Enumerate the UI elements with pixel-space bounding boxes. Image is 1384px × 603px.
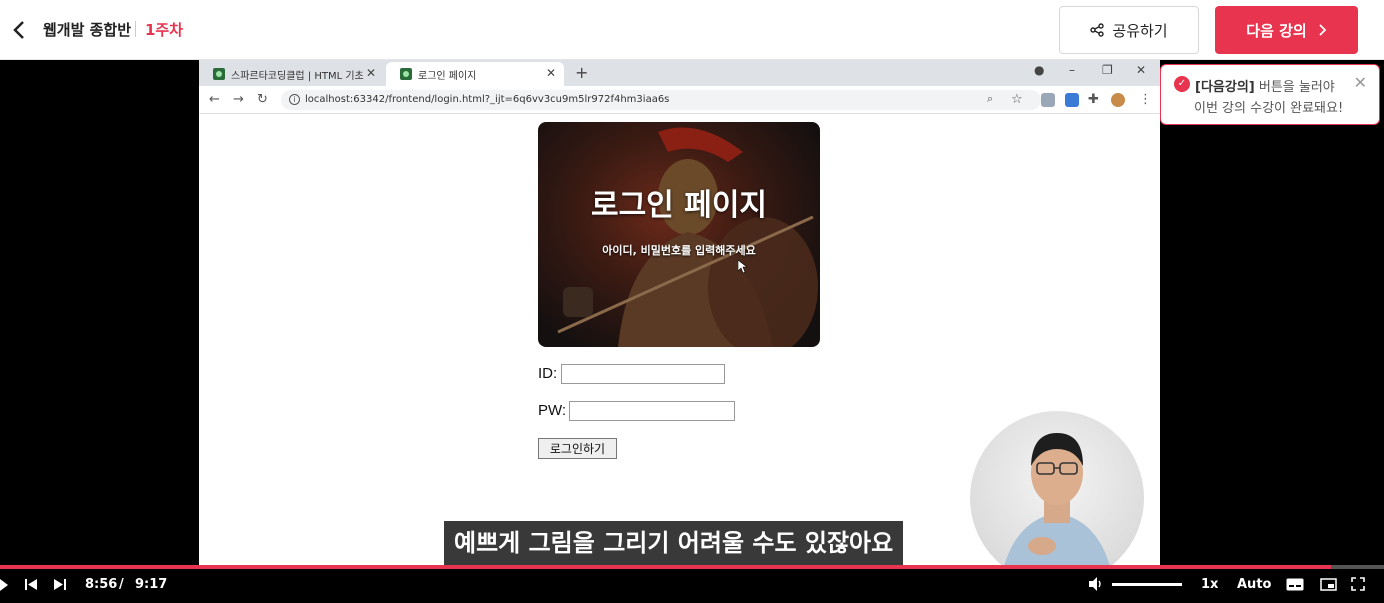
skip-back-icon[interactable] [24,578,38,591]
playback-speed[interactable]: 1x [1201,577,1218,592]
tab-title: 스파르타코딩클럽 | HTML 기초 [231,70,364,82]
course-title: 웹개발 종합반 [43,21,132,39]
close-icon[interactable]: ✕ [1354,73,1367,92]
nav-back-icon: ← [209,92,220,107]
video-caption: 예쁘게 그림을 그리기 어려울 수도 있잖아요 [444,521,904,565]
profile-avatar-icon [1111,93,1125,107]
site-info-icon: i [289,94,300,105]
share-button[interactable]: 공유하기 [1059,6,1199,54]
id-label: ID: [538,365,558,382]
next-lecture-tooltip: ✓ [다음강의] 버튼을 눌러야 이번 강의 수강이 완료돼요! ✕ [1160,64,1380,125]
week-label: 1주차 [145,21,184,39]
skip-forward-icon[interactable] [53,578,67,591]
minimize-icon: – [1069,63,1075,77]
volume-slider[interactable] [1112,583,1182,586]
volume-icon[interactable] [1088,576,1104,592]
check-circle-icon: ✓ [1174,76,1190,92]
mouse-cursor-icon [738,260,748,274]
login-button: 로그인하기 [538,438,617,459]
share-icon [1090,23,1105,37]
favicon-icon [213,68,225,80]
next-lecture-label: 다음 강의 [1246,21,1307,40]
pw-label: PW: [538,402,567,419]
pip-icon[interactable] [1320,578,1337,591]
instructor-avatar [1000,433,1114,585]
current-time: 8:56 [85,577,118,592]
back-arrow-icon [13,21,24,39]
tooltip-emphasis: [다음강의] [1195,80,1255,95]
browser-menu-icon: ⋮ [1139,92,1152,107]
tab-close-icon: ✕ [545,66,556,80]
browser-tab: 스파르타코딩클럽 | HTML 기초 ✕ [199,62,384,86]
tab-close-icon: ✕ [365,66,376,80]
next-lecture-button[interactable]: 다음 강의 [1215,6,1358,54]
play-icon[interactable] [0,579,8,591]
spartan-figure-icon [557,127,818,347]
reload-icon: ↻ [257,92,268,107]
zoom-icon: ⌕ [987,92,994,105]
hero-subtitle: 아이디, 비밀번호를 입력해주세요 [602,244,756,257]
title-divider [135,21,136,37]
browser-toolbar: ← → ↻ i localhost:63342/frontend/login.h… [199,86,1160,114]
tab-title: 로그인 페이지 [418,70,477,82]
instructor-webcam [970,411,1144,585]
restore-icon: ❐ [1102,63,1113,77]
time-separator: / [119,577,124,592]
fullscreen-icon[interactable] [1351,577,1365,591]
extension-icon [1065,93,1079,107]
player-controls: 8:56 / 9:17 1x Auto [0,569,1384,603]
chevron-right-icon [1319,24,1326,36]
duration: 9:17 [135,577,168,592]
extension-icon [1041,93,1055,107]
address-bar: i localhost:63342/frontend/login.html?_i… [281,90,1041,110]
browser-tab-active: 로그인 페이지 ✕ [386,62,564,86]
id-input [561,364,725,384]
bookmark-star-icon: ☆ [1011,92,1023,107]
window-close-icon: ✕ [1136,63,1147,77]
hero-image-spartan: 로그인 페이지 아이디, 비밀번호를 입력해주세요 [538,122,820,347]
new-tab-icon: + [575,63,589,82]
share-label: 공유하기 [1112,21,1168,40]
tooltip-line1: [다음강의] 버튼을 눌러야 [1195,76,1335,95]
hero-title: 로그인 페이지 [590,188,768,223]
nav-forward-icon: → [233,92,244,107]
puzzle-icon: ✚ [1088,92,1099,107]
quality-selector[interactable]: Auto [1237,577,1271,592]
tooltip-line2: 이번 강의 수강이 완료돼요! [1194,101,1344,116]
favicon-icon [400,68,412,80]
back-button[interactable] [8,16,32,44]
subtitles-icon[interactable] [1286,578,1304,591]
tooltip-line1-rest: 버튼을 눌러야 [1254,80,1335,95]
course-header: 웹개발 종합반 1주차 공유하기 다음 강의 [0,0,1384,60]
profile-menu-icon: ● [1034,63,1045,77]
pw-input [569,401,735,421]
url-text: localhost:63342/frontend/login.html?_ijt… [305,94,670,105]
browser-tabstrip: 스파르타코딩클럽 | HTML 기초 ✕ 로그인 페이지 ✕ + ● – ❐ ✕ [199,60,1160,86]
